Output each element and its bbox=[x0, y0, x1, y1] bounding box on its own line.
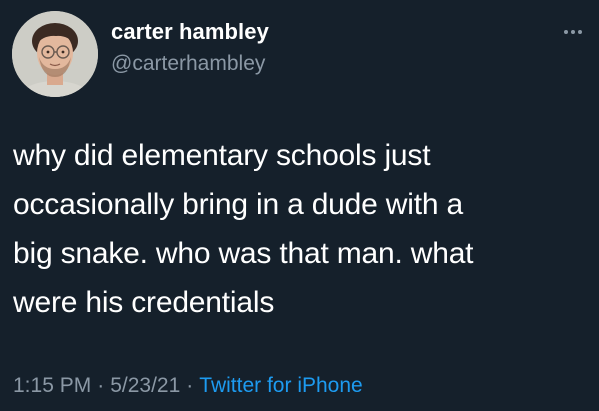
more-options-icon[interactable] bbox=[558, 22, 588, 42]
tweet-date[interactable]: 5/23/21 bbox=[110, 374, 180, 397]
display-name[interactable]: carter hambley bbox=[111, 19, 269, 45]
avatar[interactable] bbox=[12, 11, 98, 97]
tweet-meta: 1:15 PM · 5/23/21 · Twitter for iPhone bbox=[13, 374, 363, 398]
meta-separator: · bbox=[97, 374, 105, 397]
tweet-time[interactable]: 1:15 PM bbox=[13, 374, 91, 397]
tweet-text: why did elementary schools just occasion… bbox=[13, 139, 474, 319]
user-handle[interactable]: @carterhambley bbox=[111, 52, 265, 76]
avatar-image bbox=[12, 11, 98, 97]
tweet-card: carter hambley @carterhambley why did el… bbox=[0, 0, 599, 411]
meta-separator: · bbox=[186, 374, 194, 397]
tweet-source-link[interactable]: Twitter for iPhone bbox=[199, 374, 362, 397]
